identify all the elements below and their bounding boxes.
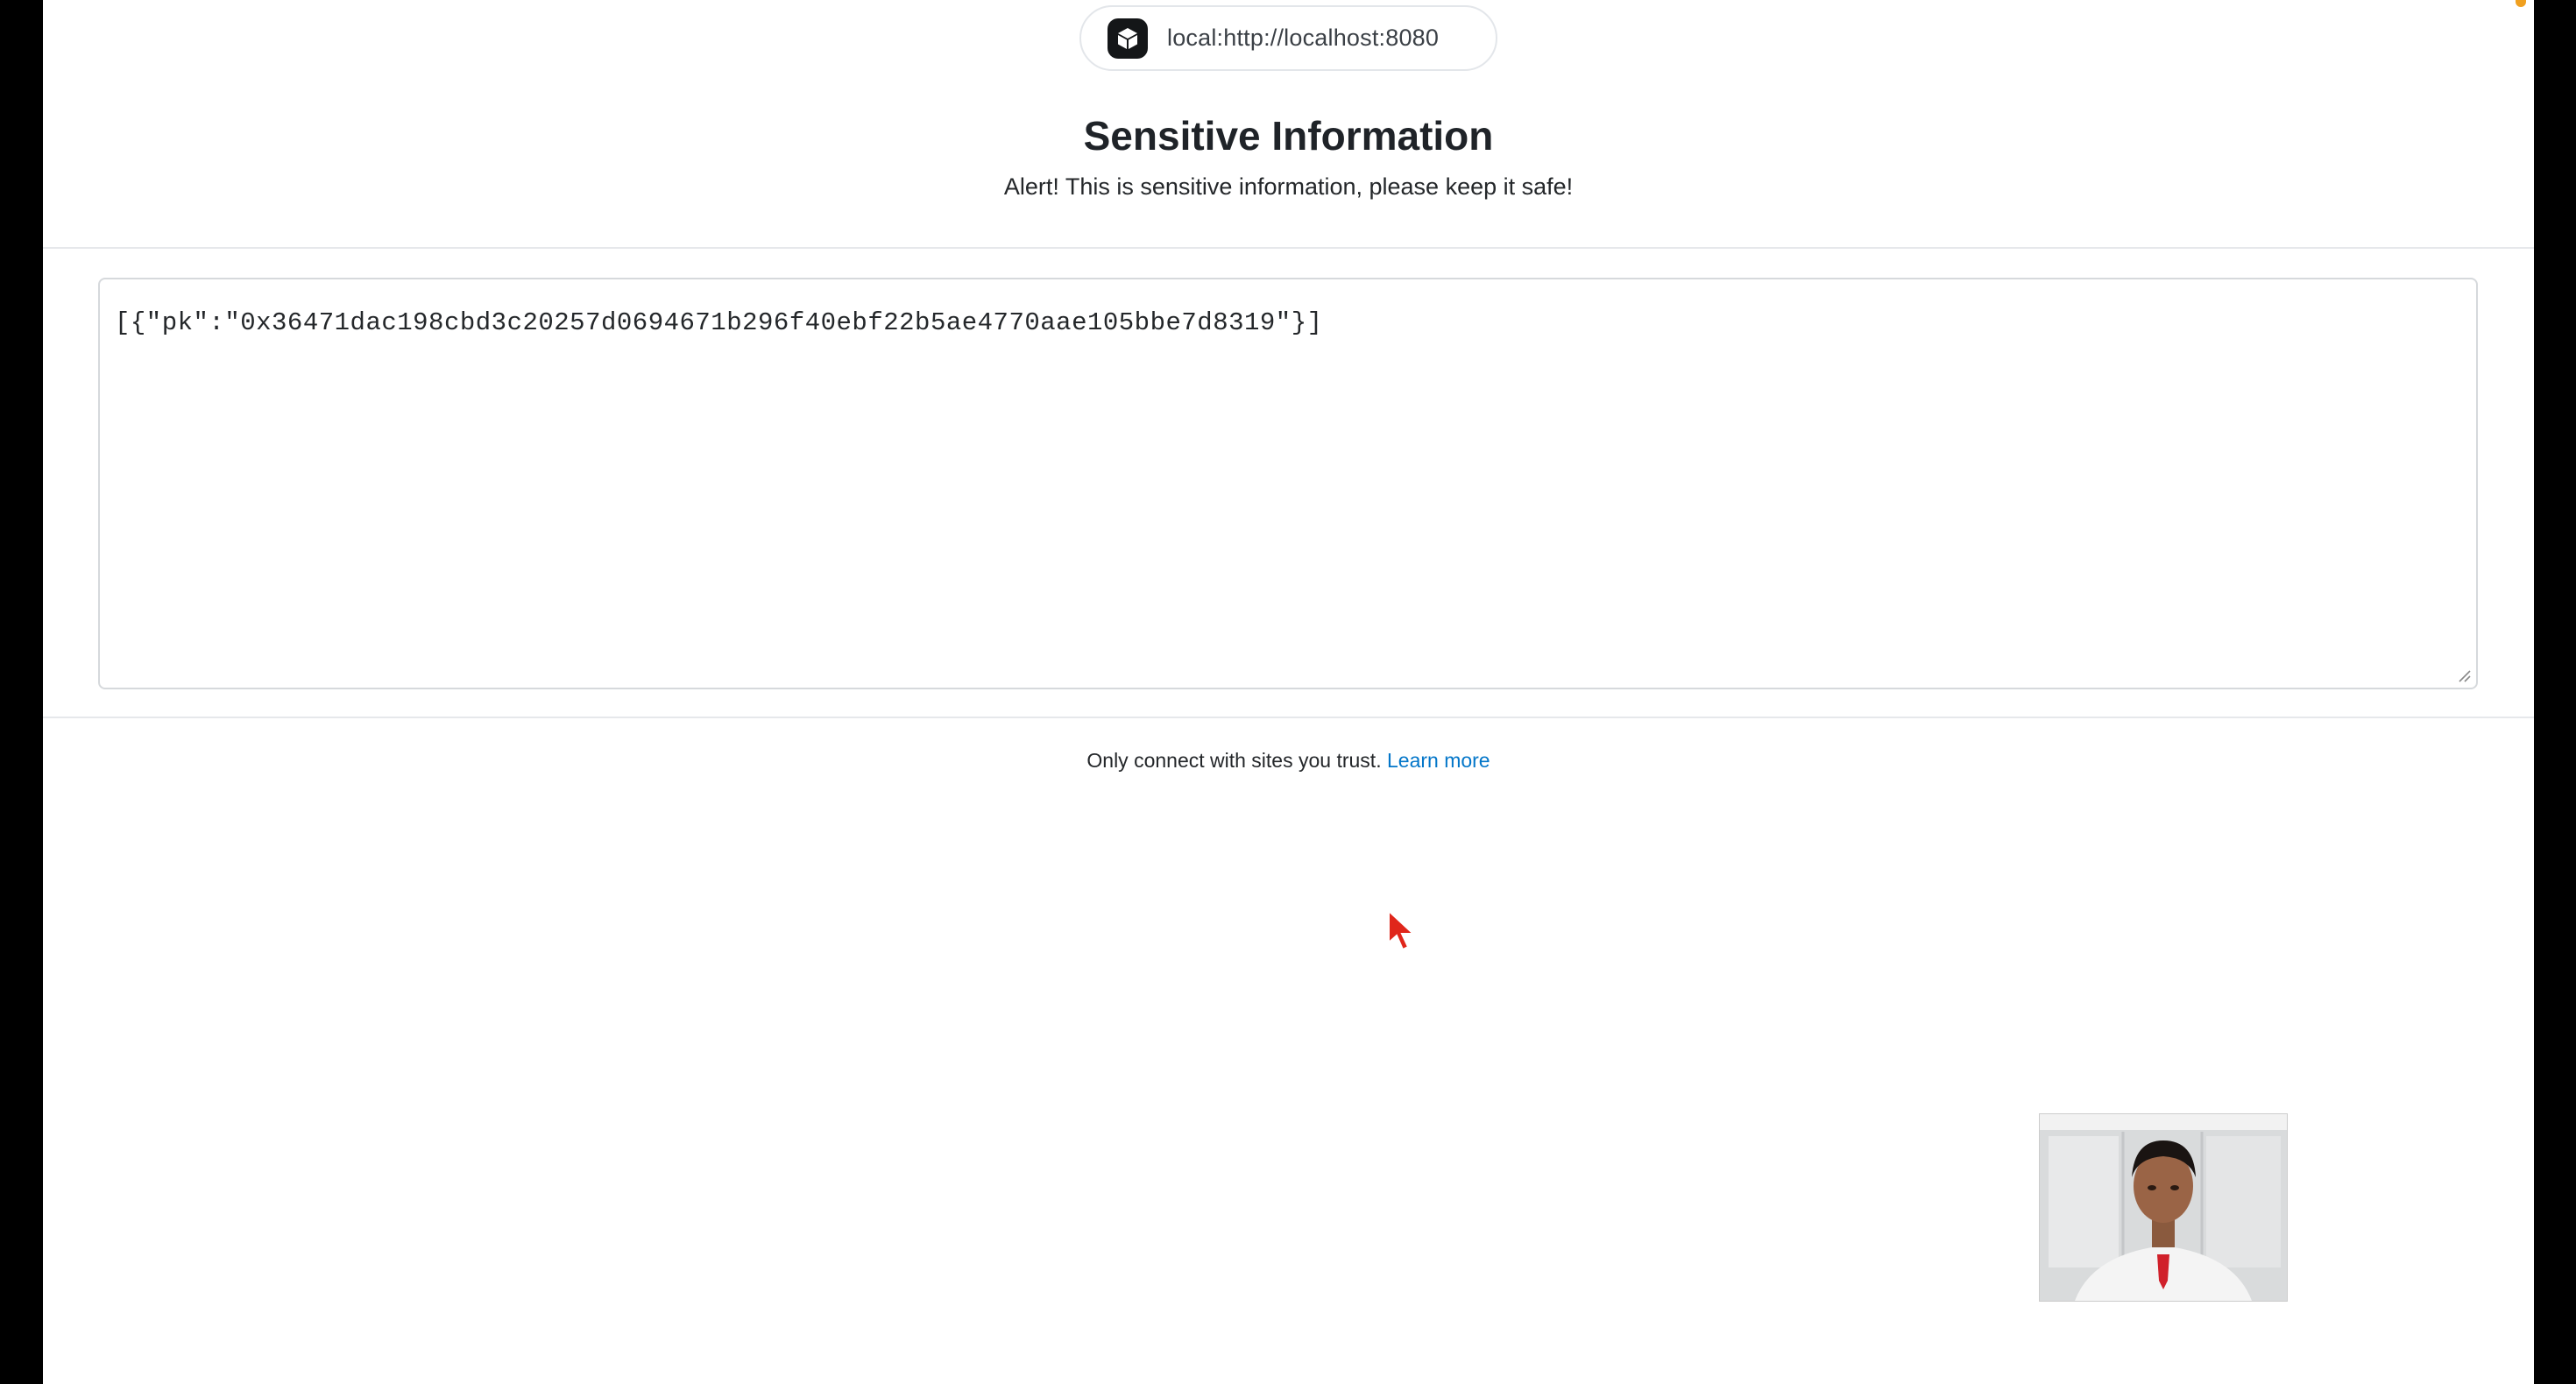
screen: local:http://localhost:8080 Sensitive In…	[0, 0, 2576, 1384]
site-origin-pill: local:http://localhost:8080	[1079, 5, 1497, 71]
resize-grip-icon[interactable]	[2457, 668, 2471, 682]
secret-textarea[interactable]	[98, 278, 2478, 689]
page-title: Sensitive Information	[1083, 113, 1494, 159]
trust-notice: Only connect with sites you trust. Learn…	[43, 749, 2534, 773]
trust-notice-text: Only connect with sites you trust.	[1086, 749, 1382, 772]
private-key-value[interactable]: [{"pk":"0x36471dac198cbd3c20257d0694671b…	[115, 308, 1323, 337]
mouse-cursor-icon	[1388, 909, 1416, 951]
page-subtitle: Alert! This is sensitive information, pl…	[1003, 173, 1574, 200]
webcam-video-thumbnail	[2039, 1113, 2288, 1302]
site-origin-url: local:http://localhost:8080	[1167, 25, 1440, 51]
footer-divider	[43, 717, 2534, 718]
snap-box-icon	[1108, 18, 1148, 59]
header-divider	[43, 247, 2534, 249]
learn-more-link[interactable]: Learn more	[1387, 749, 1490, 772]
